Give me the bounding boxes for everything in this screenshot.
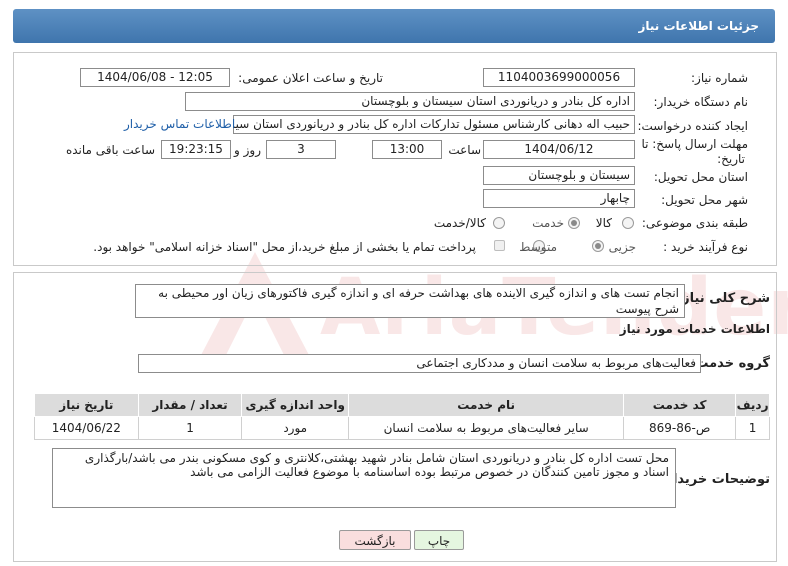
requester-field: حبیب اله دهانی کارشناس مسئول تدارکات ادا… [233, 115, 635, 134]
deadline-date-label: تاریخ: [717, 152, 745, 166]
province-label: استان محل تحویل: [653, 170, 748, 184]
column-header: نام خدمت [348, 393, 625, 417]
province-field: سیستان و بلوچستان [483, 166, 635, 185]
remaining-days-field: 3 [266, 140, 336, 159]
category-option-goods: کالا [595, 216, 612, 230]
buyer-org-field: اداره کل بنادر و دریانوردی استان سیستان … [185, 92, 635, 111]
column-header: واحد اندازه گیری [241, 393, 350, 417]
services-table-header: تاریخ نیاز تعداد / مقدار واحد اندازه گیر… [34, 393, 770, 417]
category-option-service: خدمت [532, 216, 564, 230]
quantity-cell: 1 [137, 416, 243, 440]
deadline-date-field: 1404/06/12 [483, 140, 635, 159]
buyer-contact-link[interactable]: اطلاعات تماس خریدار [124, 117, 235, 131]
unit-cell: مورد [241, 416, 350, 440]
services-table: تاریخ نیاز تعداد / مقدار واحد اندازه گیر… [34, 393, 770, 440]
need-number-field: 1104003699000056 [483, 68, 635, 87]
summary-label: شرح کلی نیاز: [676, 291, 770, 306]
city-field: چابهار [483, 189, 635, 208]
process-option-minor: جزیی [608, 240, 636, 254]
announce-date-field: 1404/06/08 - 12:05 [80, 68, 230, 87]
city-label: شهر محل تحویل: [661, 193, 748, 207]
deadline-time-label: ساعت [448, 143, 481, 157]
process-radio-minor[interactable] [592, 240, 604, 252]
remaining-days-label: روز و [234, 143, 261, 157]
column-header: تاریخ نیاز [34, 393, 139, 417]
treasury-payment-checkbox[interactable] [494, 240, 505, 251]
buyer-notes-label: توضیحات خریدار: [660, 472, 770, 487]
column-header: تعداد / مقدار [137, 393, 243, 417]
services-section-title: اطلاعات خدمات مورد نیاز [619, 322, 770, 336]
service-group-label: گروه خدمت: [690, 356, 770, 371]
page-title: جزئیات اطلاعات نیاز [638, 19, 759, 33]
table-row: 1404/06/22 1 مورد سایر فعالیت‌های مربوط … [34, 416, 770, 440]
back-button[interactable]: بازگشت [339, 530, 411, 550]
service-code-cell: ص-86-869 [623, 416, 737, 440]
treasury-payment-note: پرداخت تمام یا بخشی از مبلغ خرید،از محل … [93, 240, 476, 254]
deadline-time-field: 13:00 [372, 140, 442, 159]
column-header: ردیف [735, 393, 770, 417]
category-radio-goods[interactable] [622, 217, 634, 229]
row-number-cell: 1 [735, 416, 770, 440]
service-name-cell: سایر فعالیت‌های مربوط به سلامت انسان [348, 416, 625, 440]
process-option-medium: متوسط [519, 240, 557, 254]
announce-date-label: تاریخ و ساعت اعلان عمومی: [238, 71, 383, 85]
need-number-label: شماره نیاز: [691, 71, 748, 85]
need-date-cell: 1404/06/22 [34, 416, 139, 440]
column-header: کد خدمت [623, 393, 737, 417]
print-button[interactable]: چاپ [414, 530, 464, 550]
process-label: نوع فرآیند خرید : [663, 240, 748, 254]
category-label: طبقه بندی موضوعی: [641, 216, 748, 230]
summary-textarea[interactable]: انجام تست های و اندازه گیری الاینده های … [135, 284, 685, 318]
buyer-org-label: نام دستگاه خریدار: [653, 95, 749, 109]
remaining-time-field: 19:23:15 [161, 140, 231, 159]
deadline-label: مهلت ارسال پاسخ: تا [641, 137, 748, 151]
requester-label: ایجاد کننده درخواست: [637, 119, 748, 133]
service-group-field: فعالیت‌های مربوط به سلامت انسان و مددکار… [138, 354, 701, 373]
category-option-goods-service: کالا/خدمت [433, 216, 486, 230]
category-radio-service[interactable] [568, 217, 580, 229]
remaining-time-label: ساعت باقی مانده [65, 143, 155, 157]
buyer-notes-textarea[interactable]: محل تست اداره کل بنادر و دریانوردی استان… [52, 448, 676, 508]
page-header: جزئیات اطلاعات نیاز [13, 9, 775, 43]
category-radio-goods-service[interactable] [493, 217, 505, 229]
